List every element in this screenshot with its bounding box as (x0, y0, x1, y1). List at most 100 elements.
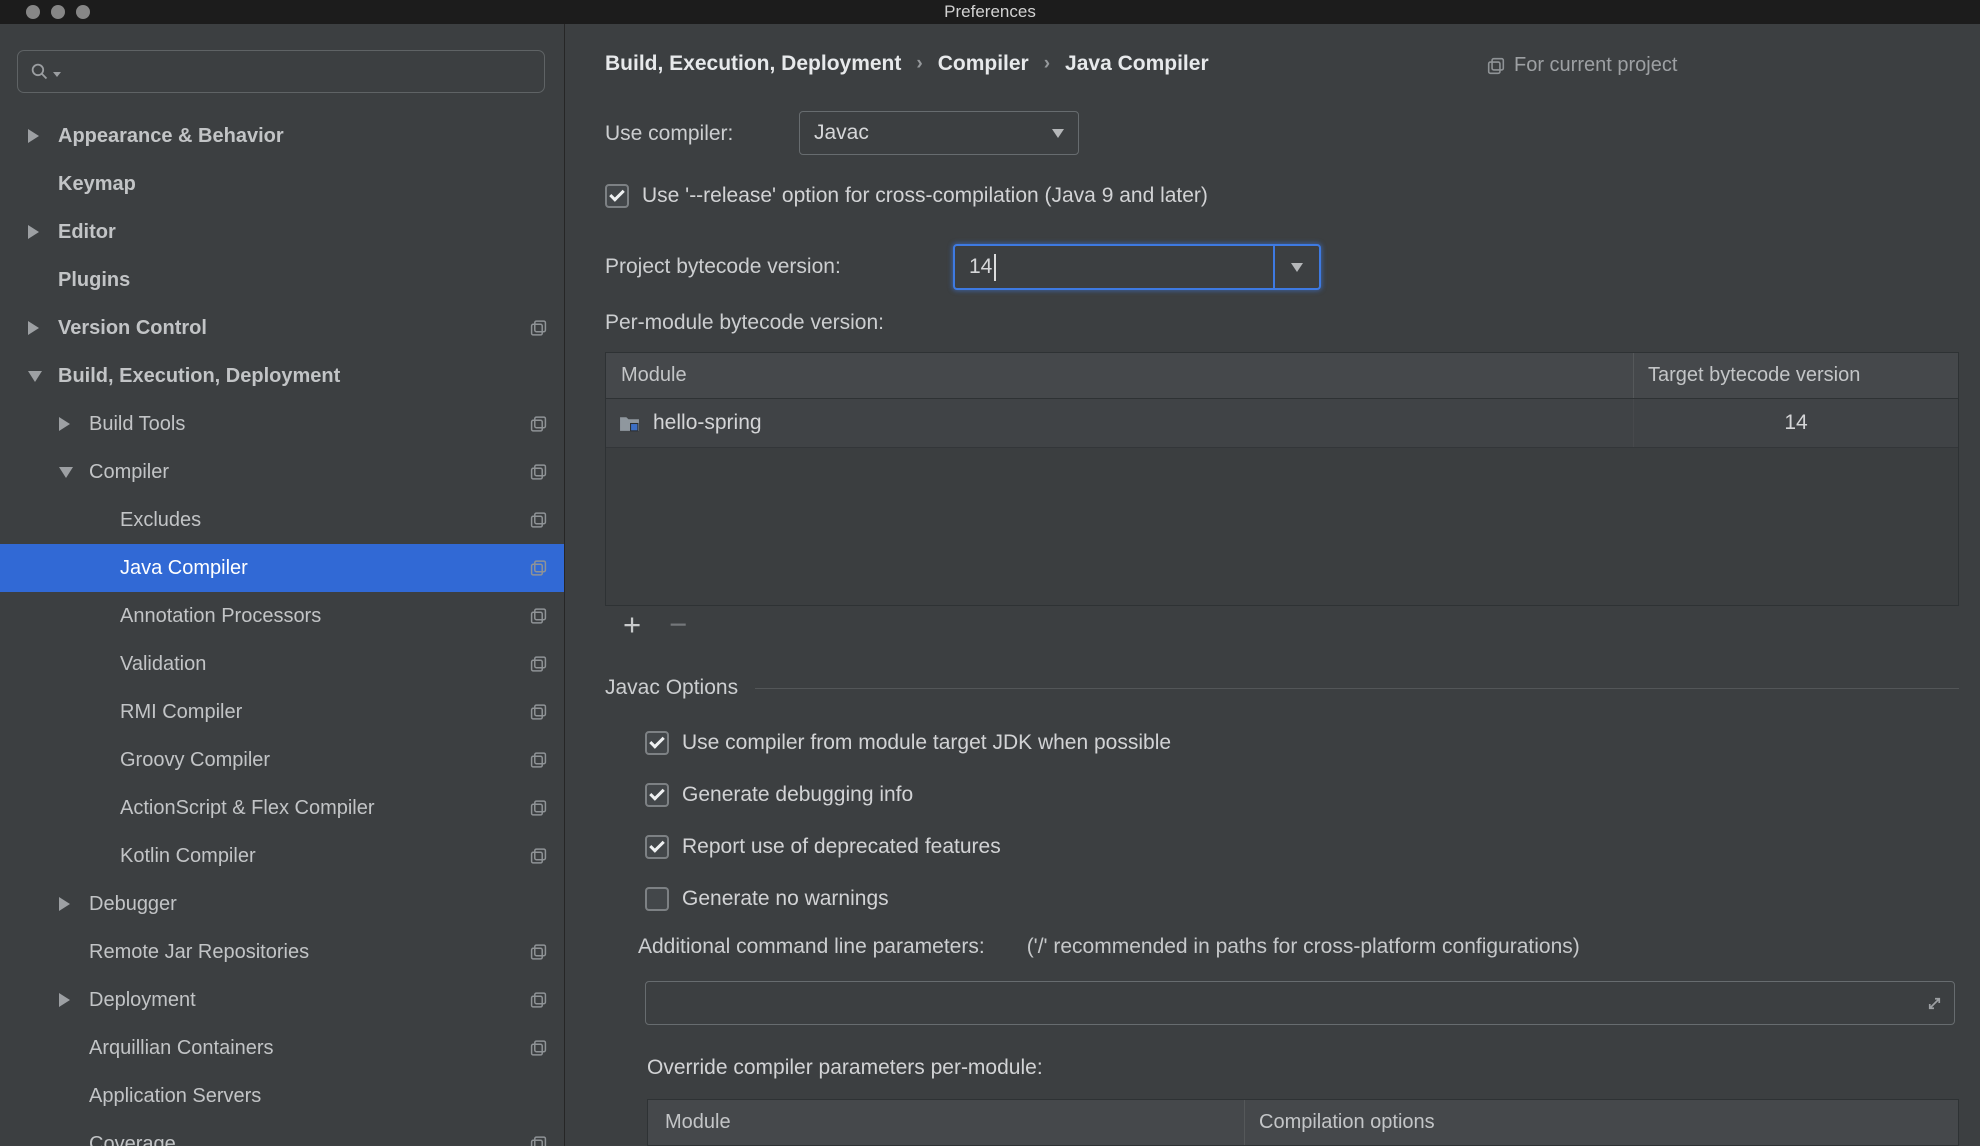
sidebar-item-keymap[interactable]: Keymap (0, 160, 564, 208)
javac-options-section-header: Javac Options (605, 676, 1959, 700)
option-row-report-use-of-deprecated-features: Report use of deprecated features (645, 821, 1171, 873)
section-divider (755, 687, 1959, 689)
compilation-options-column-header[interactable]: Compilation options (1244, 1100, 1958, 1145)
breadcrumb-segment[interactable]: Compiler (938, 52, 1029, 76)
sidebar-item-compiler[interactable]: Compiler (0, 448, 564, 496)
project-level-icon (530, 752, 547, 769)
breadcrumb-segment[interactable]: Build, Execution, Deployment (605, 52, 901, 76)
expand-editor-icon[interactable] (1914, 994, 1954, 1013)
settings-content: Build, Execution, Deployment › Compiler … (565, 24, 1980, 1146)
tree-collapsed-arrow-icon[interactable] (59, 993, 89, 1007)
sidebar-item-remote-jar-repositories[interactable]: Remote Jar Repositories (0, 928, 564, 976)
sidebar-item-label: Arquillian Containers (89, 1036, 274, 1059)
project-level-icon (530, 464, 547, 481)
project-level-icon (530, 416, 547, 433)
cmdline-hint: ('/' recommended in paths for cross-plat… (1026, 935, 1580, 958)
settings-search-box[interactable] (17, 50, 545, 93)
sidebar-item-label: Deployment (89, 988, 196, 1011)
sidebar-item-java-compiler[interactable]: Java Compiler (0, 544, 564, 592)
release-option-checkbox[interactable] (605, 184, 629, 208)
settings-sidebar: Appearance & Behavior Keymap Editor Plugins… (0, 24, 565, 1146)
project-level-icon (530, 848, 547, 865)
tree-collapsed-arrow-icon[interactable] (59, 417, 89, 431)
bytecode-version-combobox[interactable]: 14 (953, 244, 1321, 290)
checkbox-report-use-of-deprecated-features[interactable] (645, 835, 669, 859)
preferences-window: Preferences Appearance & Behavior Keymap E… (0, 0, 1980, 1146)
minimize-button[interactable] (51, 5, 65, 19)
release-option-row: Use '--release' option for cross-compila… (605, 184, 1208, 208)
sidebar-item-build-tools[interactable]: Build Tools (0, 400, 564, 448)
module-column-header[interactable]: Module (648, 1100, 1244, 1145)
chevron-down-icon[interactable] (1273, 246, 1319, 288)
bytecode-version-label: Project bytecode version: (605, 255, 841, 278)
tree-collapsed-arrow-icon[interactable] (28, 225, 58, 239)
tree-collapsed-arrow-icon[interactable] (59, 897, 89, 911)
tree-expanded-arrow-icon[interactable] (28, 371, 58, 382)
close-button[interactable] (26, 5, 40, 19)
module-folder-icon (619, 414, 640, 433)
use-compiler-dropdown[interactable]: Javac (799, 111, 1079, 155)
tree-expanded-arrow-icon[interactable] (59, 467, 89, 478)
sidebar-item-editor[interactable]: Editor (0, 208, 564, 256)
project-level-icon (530, 800, 547, 817)
javac-options-list: Use compiler from module target JDK when… (645, 717, 1171, 925)
table-toolbar: + − (623, 607, 688, 642)
checkbox-label: Generate no warnings (682, 887, 889, 910)
chevron-down-icon[interactable] (1038, 112, 1078, 154)
sidebar-item-appearance-behavior[interactable]: Appearance & Behavior (0, 112, 564, 160)
project-level-icon (530, 560, 547, 577)
sidebar-item-build-execution-deployment[interactable]: Build, Execution, Deployment (0, 352, 564, 400)
sidebar-item-coverage[interactable]: Coverage (0, 1120, 564, 1146)
settings-tree: Appearance & Behavior Keymap Editor Plugins… (0, 112, 564, 1146)
checkbox-generate-no-warnings[interactable] (645, 887, 669, 911)
sidebar-item-validation[interactable]: Validation (0, 640, 564, 688)
target-bytecode-column-header[interactable]: Target bytecode version (1633, 353, 1958, 398)
sidebar-item-application-servers[interactable]: Application Servers (0, 1072, 564, 1120)
sidebar-item-groovy-compiler[interactable]: Groovy Compiler (0, 736, 564, 784)
checkbox-use-compiler-from-module-target-jdk-when-possible[interactable] (645, 731, 669, 755)
sidebar-item-kotlin-compiler[interactable]: Kotlin Compiler (0, 832, 564, 880)
project-scope: For current project (1487, 54, 1677, 77)
per-module-label: Per-module bytecode version: (605, 311, 884, 334)
sidebar-item-label: Debugger (89, 892, 177, 915)
table-row[interactable]: hello-spring 14 (606, 399, 1958, 448)
sidebar-item-version-control[interactable]: Version Control (0, 304, 564, 352)
sidebar-item-label: Keymap (58, 172, 136, 195)
sidebar-item-excludes[interactable]: Excludes (0, 496, 564, 544)
sidebar-item-deployment[interactable]: Deployment (0, 976, 564, 1024)
sidebar-item-actionscript-flex-compiler[interactable]: ActionScript & Flex Compiler (0, 784, 564, 832)
titlebar: Preferences (0, 0, 1980, 24)
project-level-icon (530, 1040, 547, 1057)
cmdline-label-row: Additional command line parameters: ('/'… (638, 935, 1580, 959)
override-params-label: Override compiler parameters per-module: (647, 1056, 1043, 1079)
sidebar-item-label: Groovy Compiler (120, 748, 271, 771)
checkbox-label: Generate debugging info (682, 783, 914, 806)
window-title: Preferences (944, 2, 1036, 21)
sidebar-item-arquillian-containers[interactable]: Arquillian Containers (0, 1024, 564, 1072)
tree-collapsed-arrow-icon[interactable] (28, 321, 58, 335)
project-level-icon (530, 320, 547, 337)
sidebar-item-rmi-compiler[interactable]: RMI Compiler (0, 688, 564, 736)
add-button[interactable]: + (623, 609, 641, 640)
sidebar-item-label: Validation (120, 652, 207, 675)
search-history-arrow-icon[interactable] (53, 72, 61, 77)
zoom-button[interactable] (76, 5, 90, 19)
project-scope-label: For current project (1514, 54, 1678, 76)
breadcrumb-separator: › (1043, 53, 1051, 74)
sidebar-item-label: Application Servers (89, 1084, 262, 1107)
tree-collapsed-arrow-icon[interactable] (28, 129, 58, 143)
bytecode-version-value[interactable]: 14 (955, 246, 1273, 288)
checkbox-generate-debugging-info[interactable] (645, 783, 669, 807)
remove-button: − (669, 607, 688, 642)
target-bytecode-cell[interactable]: 14 (1633, 399, 1958, 447)
module-column-header[interactable]: Module (606, 353, 1633, 398)
search-input[interactable] (65, 59, 544, 84)
module-name: hello-spring (653, 411, 762, 434)
cmdline-input[interactable] (646, 990, 1914, 1016)
breadcrumb-segment: Java Compiler (1065, 52, 1209, 75)
sidebar-item-annotation-processors[interactable]: Annotation Processors (0, 592, 564, 640)
project-level-icon (530, 608, 547, 625)
release-option-label: Use '--release' option for cross-compila… (642, 184, 1208, 207)
sidebar-item-debugger[interactable]: Debugger (0, 880, 564, 928)
sidebar-item-plugins[interactable]: Plugins (0, 256, 564, 304)
